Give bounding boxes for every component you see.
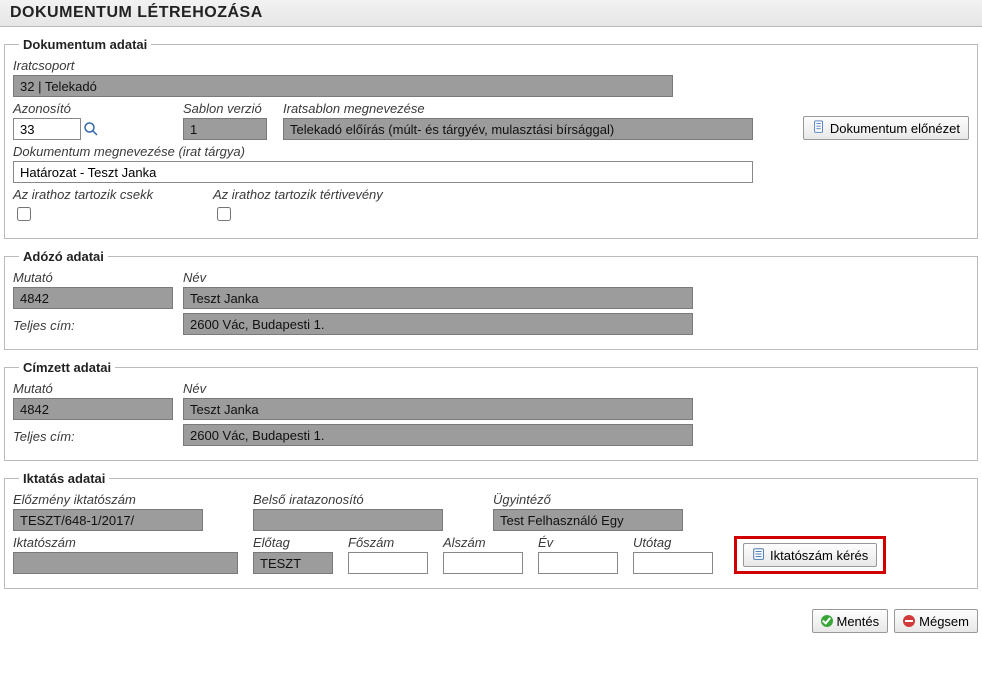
label-ugyintezo: Ügyintéző [493,492,693,507]
label-utotag: Utótag [633,535,718,550]
iktatoszam-keres-label: Iktatószám kérés [770,548,868,563]
legend-document: Dokumentum adatai [19,37,151,52]
field-elozmeny: TESZT/648-1/2017/ [13,509,203,531]
preview-button-label: Dokumentum előnézet [830,121,960,136]
input-azonosito[interactable] [13,118,81,140]
label-iratcsoport: Iratcsoport [13,58,673,73]
search-icon[interactable] [83,121,99,137]
page-title: DOKUMENTUM LÉTREHOZÁSA [0,0,982,27]
label-elotag: Előtag [253,535,338,550]
label-iratsablon: Iratsablon megnevezése [283,101,753,116]
save-button-label: Mentés [837,614,880,629]
document-preview-icon [812,120,826,137]
label-belso: Belső iratazonosító [253,492,483,507]
request-number-icon [752,547,766,564]
cancel-button[interactable]: Mégsem [894,609,978,633]
label-adozo-cim: Teljes cím: [13,318,173,333]
cancel-button-label: Mégsem [919,614,969,629]
label-ev: Év [538,535,623,550]
input-megnevezes[interactable] [13,161,753,183]
field-adozo-nev: Teszt Janka [183,287,693,309]
fieldset-document: Dokumentum adatai Iratcsoport 32 | Telek… [4,37,978,239]
field-elotag: TESZT [253,552,333,574]
field-iratsablon: Telekadó előírás (múlt- és tárgyév, mula… [283,118,753,140]
field-sablon-verzio: 1 [183,118,267,140]
check-icon [821,615,833,627]
highlight-iktatoszam-keres: Iktatószám kérés [734,536,886,574]
input-alszam[interactable] [443,552,523,574]
field-adozo-cim: 2600 Vác, Budapesti 1. [183,313,693,335]
label-tertiveveny: Az irathoz tartozik tértivevény [213,187,453,202]
legend-cimzett: Címzett adatai [19,360,115,375]
label-megnevezes: Dokumentum megnevezése (irat tárgya) [13,144,753,159]
checkbox-csekk[interactable] [17,207,31,221]
label-iktatoszam: Iktatószám [13,535,243,550]
label-cimzett-nev: Név [183,381,693,396]
legend-iktatas: Iktatás adatai [19,471,109,486]
field-ugyintezo: Test Felhasználó Egy [493,509,683,531]
legend-adozo: Adózó adatai [19,249,108,264]
label-elozmeny: Előzmény iktatószám [13,492,243,507]
label-adozo-mutato: Mutató [13,270,173,285]
preview-button[interactable]: Dokumentum előnézet [803,116,969,140]
field-iktatoszam [13,552,238,574]
label-csekk: Az irathoz tartozik csekk [13,187,203,202]
label-azonosito: Azonosító [13,101,113,116]
save-button[interactable]: Mentés [812,609,889,633]
field-cimzett-mutato: 4842 [13,398,173,420]
field-adozo-mutato: 4842 [13,287,173,309]
label-sablon-verzio: Sablon verzió [183,101,273,116]
field-cimzett-nev: Teszt Janka [183,398,693,420]
label-cimzett-cim: Teljes cím: [13,429,173,444]
cancel-icon [903,615,915,627]
input-foszam[interactable] [348,552,428,574]
fieldset-cimzett: Címzett adatai Mutató 4842 Név Teszt Jan… [4,360,978,461]
label-alszam: Alszám [443,535,528,550]
field-belso [253,509,443,531]
label-foszam: Főszám [348,535,433,550]
input-ev[interactable] [538,552,618,574]
field-iratcsoport: 32 | Telekadó [13,75,673,97]
label-adozo-nev: Név [183,270,693,285]
iktatoszam-keres-button[interactable]: Iktatószám kérés [743,543,877,567]
field-cimzett-cim: 2600 Vác, Budapesti 1. [183,424,693,446]
fieldset-adozo: Adózó adatai Mutató 4842 Név Teszt Janka… [4,249,978,350]
input-utotag[interactable] [633,552,713,574]
checkbox-tertiveveny[interactable] [217,207,231,221]
label-cimzett-mutato: Mutató [13,381,173,396]
fieldset-iktatas: Iktatás adatai Előzmény iktatószám TESZT… [4,471,978,589]
